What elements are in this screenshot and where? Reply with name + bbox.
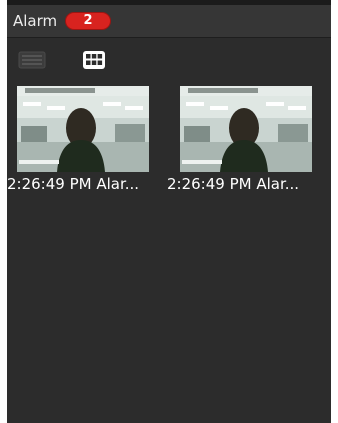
grid-view-button[interactable] bbox=[79, 48, 109, 72]
alarm-count-badge: 2 bbox=[65, 12, 111, 30]
alarm-snapshot[interactable] bbox=[180, 86, 312, 172]
alarm-caption: 2:26:49 PM Alar... bbox=[167, 175, 300, 193]
list-view-button[interactable] bbox=[17, 48, 47, 72]
grid-view-icon bbox=[83, 51, 105, 69]
header-title: Alarm bbox=[13, 12, 58, 30]
view-toolbar bbox=[7, 38, 331, 82]
alarm-caption: 2:26:49 PM Alar... bbox=[7, 175, 140, 193]
alarm-snapshot[interactable] bbox=[17, 86, 149, 172]
alarm-panel: Alarm 2 2:26:49 PM Alar... 2:26:49 PM Al… bbox=[7, 0, 331, 423]
alarm-header: Alarm 2 bbox=[7, 5, 331, 38]
list-view-icon bbox=[18, 51, 46, 69]
